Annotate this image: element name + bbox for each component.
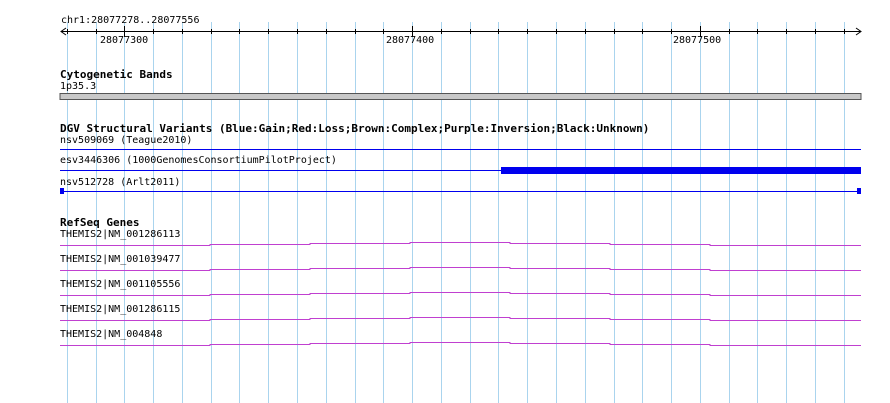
refseq-gene-label-5: THEMIS2|NM_004848 <box>60 329 163 340</box>
refseq-gene-line-4 <box>60 317 861 321</box>
refseq-gene-label-2: THEMIS2|NM_001039477 <box>60 254 181 265</box>
refseq-gene-line-2 <box>60 267 861 271</box>
ruler-tick-label-2: 28077400 <box>386 35 435 46</box>
dgv-feature-label-3: nsv512728 (Arlt2011) <box>60 177 181 188</box>
dgv-variant-thick-block <box>501 167 861 174</box>
dgv-track-title: DGV Structural Variants (Blue:Gain;Red:L… <box>60 122 650 135</box>
ruler-location-label: chr1:28077278..28077556 <box>61 15 200 26</box>
genome-browser-view: chr1:28077278..28077556 28077300 2807740… <box>0 0 890 403</box>
dgv-feature-label-2: esv3446306 (1000GenomesConsortiumPilotPr… <box>60 155 337 166</box>
refseq-gene-label-3: THEMIS2|NM_001105556 <box>60 279 181 290</box>
ruler-tick-label-3: 28077500 <box>673 35 722 46</box>
dgv-feature-label-1: nsv509069 (Teague2010) <box>60 135 193 146</box>
cytoband-track-title: Cytogenetic Bands <box>60 68 173 81</box>
refseq-gene-label-4: THEMIS2|NM_001286115 <box>60 304 181 315</box>
cytoband-bar <box>59 93 862 100</box>
refseq-gene-label-1: THEMIS2|NM_001286113 <box>60 229 181 240</box>
dgv-variant-end-block-right <box>857 188 861 194</box>
browser-graphics-layer <box>59 22 862 403</box>
refseq-gene-line-1 <box>60 242 861 246</box>
cytoband-label: 1p35.3 <box>60 81 97 92</box>
refseq-track-title: RefSeq Genes <box>60 216 140 229</box>
ruler-tick-label-1: 28077300 <box>100 35 149 46</box>
refseq-gene-line-5 <box>60 342 861 346</box>
refseq-gene-line-3 <box>60 292 861 296</box>
